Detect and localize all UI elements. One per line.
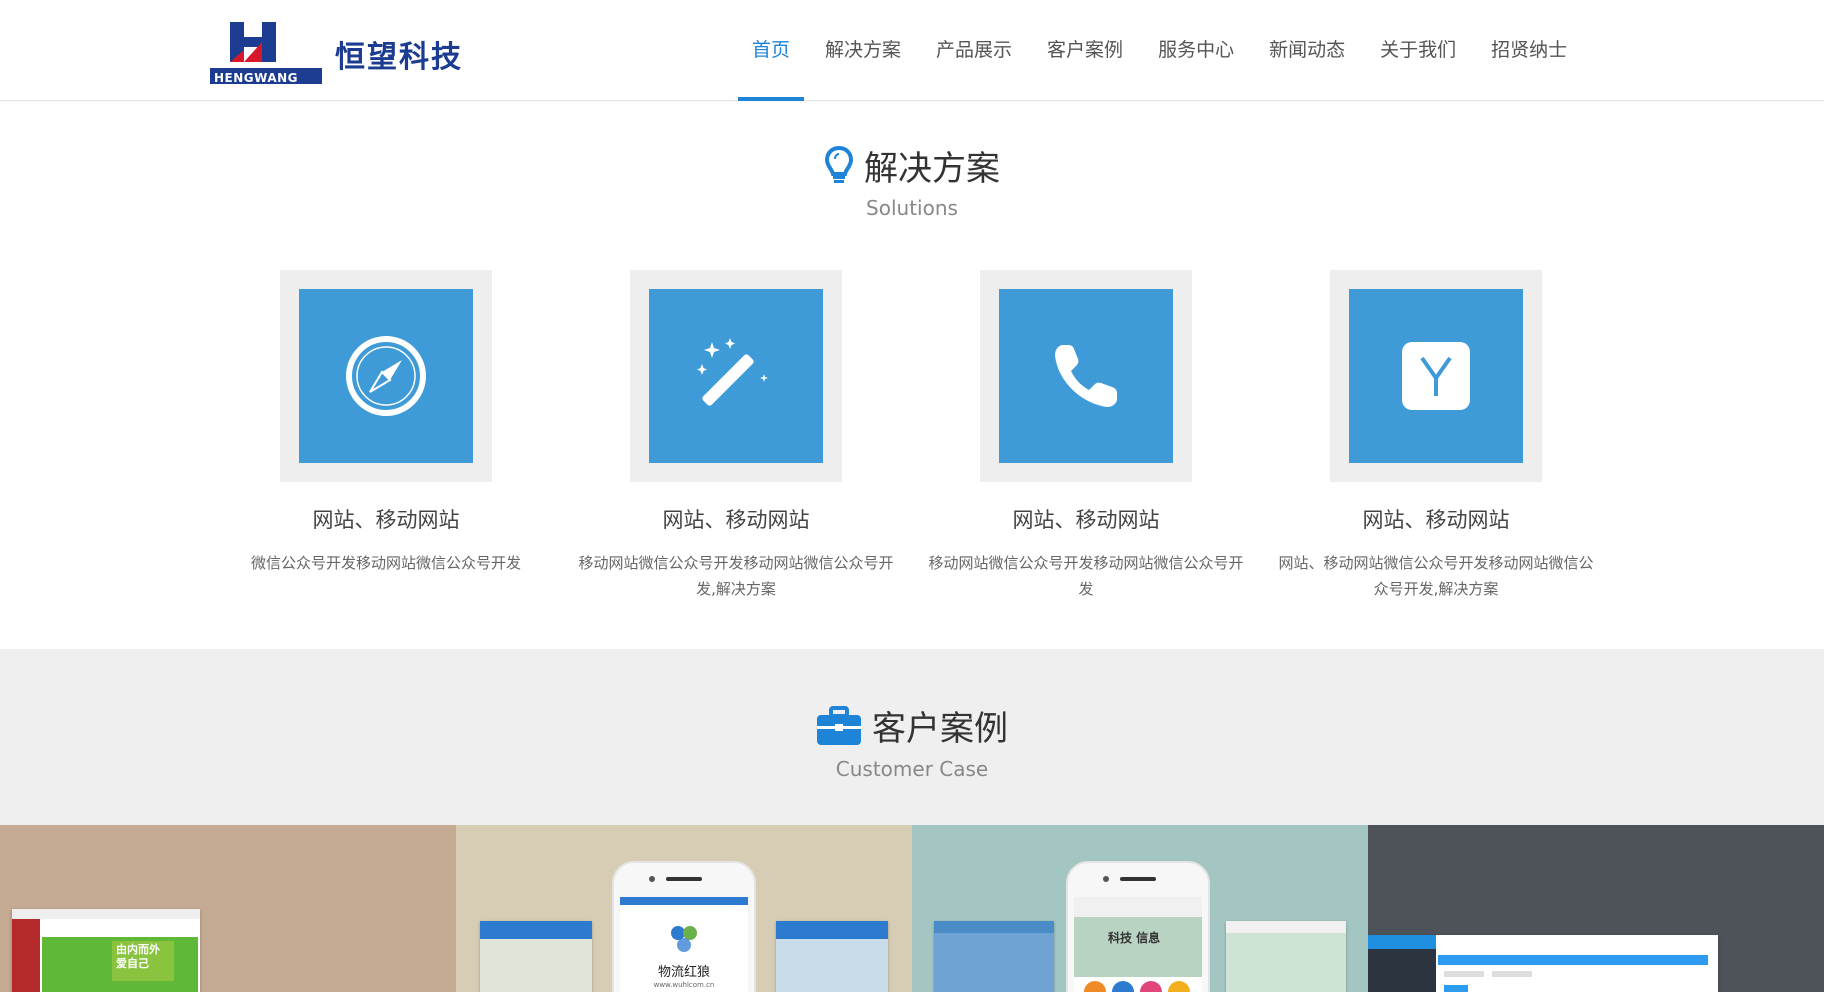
nav-item-solutions[interactable]: 解决方案 xyxy=(825,0,901,101)
site-logo[interactable]: HENGWANG 恒望科技 xyxy=(210,18,470,88)
solution-title: 网站、移动网站 xyxy=(312,508,460,532)
case-caption: 由内而外 爱自己 xyxy=(116,943,160,970)
solution-desc: 网站、移动网站微信公众号开发移动网站微信公众号开发,解决方案 xyxy=(1278,554,1594,598)
logo-text: 恒望科技 xyxy=(335,40,463,75)
case-screenshot: 由内而外 爱自己 xyxy=(12,909,200,992)
solution-tile-frame xyxy=(980,270,1192,482)
main-nav: 首页 解决方案 产品展示 客户案例 服务中心 新闻动态 关于我们 招贤纳士 xyxy=(737,0,1602,101)
lightbulb-icon xyxy=(824,145,854,183)
solution-tile xyxy=(1349,289,1523,463)
nav-item-about[interactable]: 关于我们 xyxy=(1380,0,1456,101)
solution-desc: 移动网站微信公众号开发移动网站微信公众号开发,解决方案 xyxy=(578,554,894,598)
case-screenshot xyxy=(1368,935,1718,992)
case-thumbnail[interactable]: 物流红狼 www.wuhlcom.cn xyxy=(456,825,912,992)
solution-title: 网站、移动网站 xyxy=(1362,508,1510,532)
solution-tile xyxy=(299,289,473,463)
cases-heading: 客户案例 xyxy=(0,701,1824,755)
case-screenshot xyxy=(934,921,1054,992)
case-thumbnail[interactable]: 科技 信息 xyxy=(912,825,1368,992)
phone-icon xyxy=(1055,345,1117,407)
customer-cases-section: 客户案例 Customer Case 由内而外 爱自己 物流红狼 www.wuh… xyxy=(0,649,1824,992)
solutions-section: 解决方案 Solutions 网站、移动网站 微信公众号开发移动网站微信公众号开… xyxy=(0,101,1824,649)
case-thumbnail[interactable] xyxy=(1368,825,1824,992)
case-phone-mockup: 物流红狼 www.wuhlcom.cn xyxy=(612,861,756,992)
case-phone-mockup: 科技 信息 xyxy=(1066,861,1210,992)
yahoo-icon xyxy=(1402,342,1470,410)
site-header: HENGWANG 恒望科技 首页 解决方案 产品展示 客户案例 服务中心 新闻动… xyxy=(0,0,1824,101)
logo-sub-text: HENGWANG xyxy=(214,71,299,85)
solution-card[interactable]: 网站、移动网站 微信公众号开发移动网站微信公众号开发 xyxy=(221,270,551,576)
cases-subtitle: Customer Case xyxy=(835,757,989,781)
solutions-subtitle: Solutions xyxy=(866,196,958,220)
briefcase-icon xyxy=(817,705,861,745)
wolf-logo-icon xyxy=(671,926,697,952)
case-screenshot xyxy=(776,921,888,992)
solution-tile xyxy=(649,289,823,463)
nav-item-home[interactable]: 首页 xyxy=(737,0,805,101)
solution-card[interactable]: 网站、移动网站 移动网站微信公众号开发移动网站微信公众号开发,解决方案 xyxy=(571,270,901,602)
case-caption: 物流红狼 xyxy=(657,965,710,980)
solution-tile-frame xyxy=(280,270,492,482)
case-screenshot xyxy=(1226,921,1346,992)
solution-tile xyxy=(999,289,1173,463)
solution-card[interactable]: 网站、移动网站 网站、移动网站微信公众号开发移动网站微信公众号开发,解决方案 xyxy=(1271,270,1601,602)
compass-icon xyxy=(346,336,426,416)
nav-item-products[interactable]: 产品展示 xyxy=(936,0,1012,101)
case-thumbnail[interactable]: 由内而外 爱自己 xyxy=(0,825,456,992)
solution-desc: 微信公众号开发移动网站微信公众号开发 xyxy=(250,554,521,572)
case-caption-sub: www.wuhlcom.cn xyxy=(653,981,715,989)
solution-card[interactable]: 网站、移动网站 移动网站微信公众号开发移动网站微信公众号开发 xyxy=(921,270,1251,602)
solution-desc: 移动网站微信公众号开发移动网站微信公众号开发 xyxy=(928,554,1244,598)
solutions-title: 解决方案 xyxy=(864,149,1000,189)
magic-wand-icon xyxy=(697,338,768,406)
solution-tile-frame xyxy=(630,270,842,482)
cases-title: 客户案例 xyxy=(872,709,1008,749)
nav-item-cases[interactable]: 客户案例 xyxy=(1047,0,1123,101)
nav-item-jobs[interactable]: 招贤纳士 xyxy=(1491,0,1567,101)
solution-title: 网站、移动网站 xyxy=(1012,508,1160,532)
solutions-heading: 解决方案 xyxy=(0,141,1824,196)
solution-tile-frame xyxy=(1330,270,1542,482)
nav-item-news[interactable]: 新闻动态 xyxy=(1269,0,1345,101)
solution-title: 网站、移动网站 xyxy=(662,508,810,532)
case-screenshot xyxy=(480,921,592,992)
case-caption: 科技 信息 xyxy=(1108,931,1161,945)
nav-item-service[interactable]: 服务中心 xyxy=(1158,0,1234,101)
